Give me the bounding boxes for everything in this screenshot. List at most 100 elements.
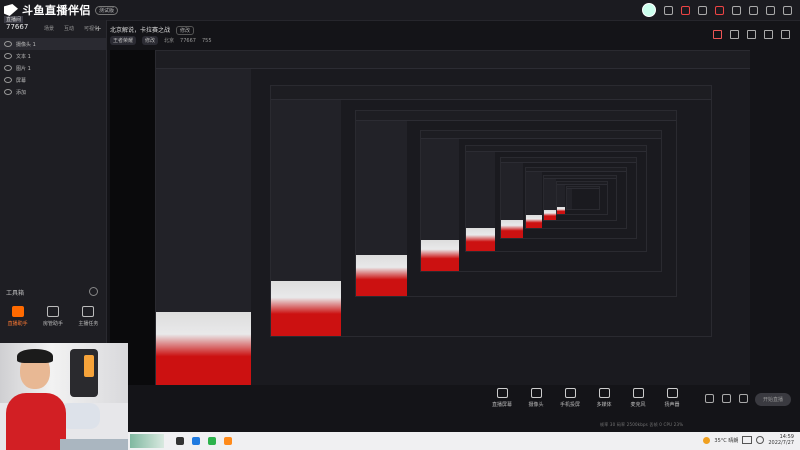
gift-icon[interactable] xyxy=(681,5,690,15)
tool-label: 主播任务 xyxy=(78,321,99,327)
top-bar: 斗鱼直播伴侣 测试版 xyxy=(0,0,800,21)
bottom-right-icons xyxy=(705,394,748,403)
bottom-label: 手机投屏 xyxy=(559,402,580,408)
status-line: 帧率 30 码率 2500kbps 丢帧 0 CPU 23% xyxy=(600,422,684,427)
message-icon[interactable] xyxy=(698,5,707,15)
source-item-image[interactable]: 图片 1 xyxy=(0,62,106,74)
tool-live-assistant[interactable]: 直播助手 xyxy=(8,306,28,327)
task-view-icon[interactable] xyxy=(176,437,184,445)
record-icon[interactable] xyxy=(713,30,722,39)
room-meta: 王者荣耀 修改 北京 77667 755 xyxy=(110,36,212,45)
sidebar-tabs: 场景 互动 可视化 xyxy=(44,25,99,32)
phone-cast-button[interactable]: 手机投屏 xyxy=(558,388,582,408)
media-button[interactable]: 多媒体 xyxy=(592,388,616,408)
tool-label: 房管助手 xyxy=(42,321,63,327)
taskbar: 35°C 晴朗 14:59 2022/7/27 xyxy=(128,432,800,450)
eye-icon[interactable] xyxy=(4,77,12,83)
source-label: 添加 xyxy=(16,89,27,96)
tool-task[interactable]: 主播任务 xyxy=(78,306,98,327)
minimize-icon[interactable] xyxy=(749,5,758,15)
headset-icon[interactable] xyxy=(664,5,673,15)
home-icon[interactable] xyxy=(764,30,773,39)
nested-preview xyxy=(566,186,600,210)
room-header: 北京解说，卡拉赛之战 修改 王者荣耀 修改 北京 77667 755 xyxy=(110,22,790,48)
system-tray: 35°C 晴朗 14:59 2022/7/27 xyxy=(703,434,794,446)
edit-category-button[interactable]: 修改 xyxy=(142,36,159,45)
tools-title: 工具箱 xyxy=(6,290,25,297)
task-icon xyxy=(82,306,95,317)
taskbar-thumbnail[interactable] xyxy=(130,434,164,448)
maximize-icon[interactable] xyxy=(766,5,775,15)
source-label: 图片 1 xyxy=(16,65,31,72)
room-manager-icon xyxy=(46,306,59,317)
share-icon[interactable] xyxy=(781,30,790,39)
viewer-count: 77667 xyxy=(180,37,196,44)
tab-interact[interactable]: 互动 xyxy=(64,25,74,32)
category-chip: 王者荣耀 xyxy=(110,36,137,45)
wechat-icon[interactable] xyxy=(208,437,216,445)
webcam-overlay[interactable] xyxy=(0,343,128,450)
app-logo-text: 斗鱼直播伴侣 xyxy=(22,5,91,17)
douyu-icon[interactable] xyxy=(224,437,232,445)
avatar[interactable] xyxy=(642,3,656,17)
preview-canvas[interactable] xyxy=(110,50,750,385)
beta-badge: 测试版 xyxy=(95,5,119,15)
add-source-icon[interactable]: + xyxy=(95,24,102,33)
tool-room-manager[interactable]: 房管助手 xyxy=(43,306,63,327)
source-item-camera[interactable]: 摄像头 1 xyxy=(0,38,106,50)
copy-icon[interactable] xyxy=(747,30,756,39)
tab-scenes[interactable]: 场景 xyxy=(44,25,54,32)
source-list: 摄像头 1 文本 1 图片 1 屏幕 添加 xyxy=(0,38,106,98)
toolbox: 直播助手 房管助手 主播任务 xyxy=(0,306,106,327)
source-label: 文本 1 xyxy=(16,53,31,60)
bottom-label: 多媒体 xyxy=(596,402,612,408)
notification-icon[interactable] xyxy=(715,5,724,15)
source-label: 屏幕 xyxy=(16,77,27,84)
mic-button[interactable]: 麦克风 xyxy=(626,388,650,408)
eye-icon[interactable] xyxy=(4,89,12,95)
room-title-text: 北京解说，卡拉赛之战 xyxy=(110,27,171,34)
network-icon[interactable] xyxy=(742,436,753,444)
mute-icon[interactable] xyxy=(722,394,731,403)
header-icons xyxy=(713,30,790,39)
room-badge: 直播间 xyxy=(4,16,24,23)
source-label: 摄像头 1 xyxy=(16,41,36,48)
bottom-label: 麦克风 xyxy=(630,402,646,408)
top-icons xyxy=(642,3,792,17)
gear-icon[interactable] xyxy=(739,394,748,403)
eye-icon[interactable] xyxy=(4,53,12,59)
room-title: 北京解说，卡拉赛之战 修改 xyxy=(110,25,194,35)
bottom-label: 直播屏幕 xyxy=(491,402,512,408)
eye-icon[interactable] xyxy=(4,65,12,71)
screen-icon xyxy=(496,388,508,398)
edit-title-button[interactable]: 修改 xyxy=(175,26,194,35)
speaker-button[interactable]: 扬声器 xyxy=(660,388,684,408)
close-icon[interactable] xyxy=(783,5,792,15)
settings-icon[interactable] xyxy=(732,5,741,15)
weather-text: 35°C 晴朗 xyxy=(714,437,739,444)
speaker-icon xyxy=(666,388,678,398)
source-item-text[interactable]: 文本 1 xyxy=(0,50,106,62)
screen-button[interactable]: 直播屏幕 xyxy=(490,388,514,408)
bottom-label: 扬声器 xyxy=(664,402,680,408)
logo-icon xyxy=(4,4,18,16)
lock-icon[interactable] xyxy=(730,30,739,39)
clock: 14:59 2022/7/27 xyxy=(768,434,794,446)
phone-cast-icon xyxy=(564,388,576,398)
eye-icon[interactable] xyxy=(4,41,12,47)
camera-icon xyxy=(530,388,542,398)
camera-button[interactable]: 摄像头 xyxy=(524,388,548,408)
video-icon[interactable] xyxy=(705,394,714,403)
source-item-add[interactable]: 添加 xyxy=(0,86,106,98)
bottom-toolbar: 直播屏幕 摄像头 手机投屏 多媒体 麦克风 扬声器 xyxy=(490,388,800,418)
source-item-screen[interactable]: 屏幕 xyxy=(0,74,106,86)
weather-icon xyxy=(703,436,711,444)
collapse-icon[interactable] xyxy=(89,287,98,296)
date: 2022/7/27 xyxy=(768,440,794,446)
mic-icon xyxy=(632,388,644,398)
platform-label: 北京 xyxy=(164,38,175,44)
edge-icon[interactable] xyxy=(192,437,200,445)
volume-icon[interactable] xyxy=(756,436,765,444)
tool-label: 直播助手 xyxy=(7,321,28,327)
go-live-button[interactable]: 开始直播 xyxy=(755,393,791,406)
